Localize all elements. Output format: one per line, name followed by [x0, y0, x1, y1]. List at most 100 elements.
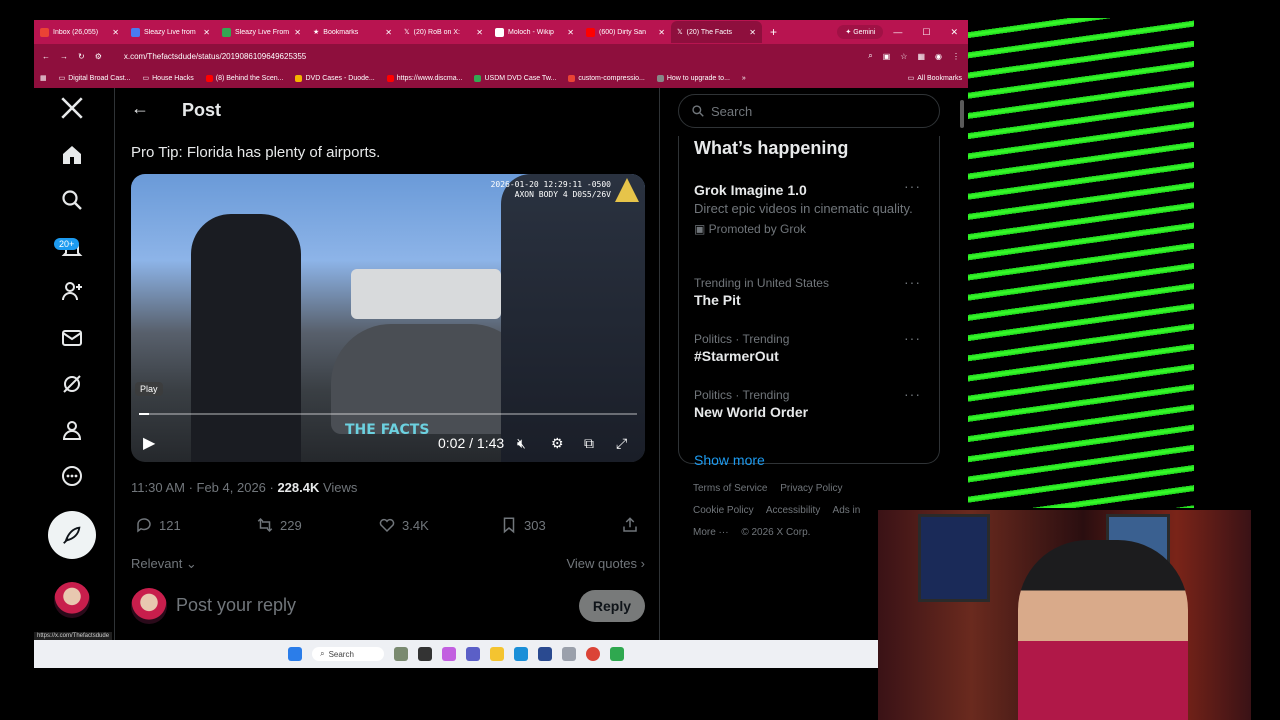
all-bookmarks[interactable]: ▭ All Bookmarks — [908, 74, 962, 83]
tab-rob[interactable]: 𝕏 (20) RoB on X: ✕ — [398, 21, 489, 43]
maximize-icon[interactable]: ☐ — [922, 27, 930, 38]
account-avatar[interactable] — [54, 582, 90, 618]
footer-link[interactable]: Ads in — [833, 505, 861, 516]
search-icon[interactable] — [56, 184, 88, 216]
trend-item[interactable]: Politics · Trending New World Order ··· — [694, 386, 929, 420]
share-action[interactable] — [621, 516, 639, 534]
view-quotes-link[interactable]: View quotes › — [566, 556, 645, 571]
minimize-icon[interactable]: — — [893, 27, 902, 38]
url-field[interactable]: x.com/Thefactsdude/status/20190861096496… — [112, 52, 858, 61]
more-options-icon[interactable]: ··· — [904, 178, 921, 194]
bookmark-action[interactable]: 303 — [500, 516, 546, 534]
extensions-icon[interactable]: ▦ — [917, 52, 925, 61]
more-bookmarks-icon[interactable]: » — [742, 75, 746, 82]
reply-button[interactable]: Reply — [578, 590, 645, 622]
video-progress-bar[interactable] — [139, 413, 637, 415]
close-window-icon[interactable]: ✕ — [950, 27, 958, 38]
bookmark-item[interactable]: USDM DVD Case Tw... — [474, 74, 556, 82]
footer-link[interactable]: Terms of Service — [693, 483, 767, 494]
site-info-icon[interactable]: ⚙ — [95, 52, 102, 61]
mail-icon[interactable] — [56, 322, 88, 354]
sort-dropdown[interactable]: Relevant ⌄ — [131, 556, 197, 572]
footer-link[interactable]: More ··· — [693, 527, 729, 538]
footer-link[interactable]: Cookie Policy — [693, 505, 754, 516]
bookmark-item[interactable]: How to upgrade to... — [656, 74, 730, 82]
zoom-icon[interactable]: ⌕ — [868, 51, 872, 61]
more-icon[interactable] — [56, 460, 88, 492]
close-icon[interactable]: ✕ — [112, 28, 119, 37]
tab-youtube[interactable]: (600) Dirty San ✕ — [580, 21, 671, 43]
bookmark-item[interactable]: https://www.discma... — [386, 74, 462, 82]
profile-icon[interactable]: ◉ — [935, 52, 942, 61]
footer-link[interactable]: Accessibility — [766, 505, 820, 516]
trend-item[interactable]: Trending in United States The Pit ··· — [694, 274, 929, 308]
search-input[interactable]: Search — [678, 94, 940, 128]
gemini-button[interactable]: ✦ Gemini — [837, 25, 884, 39]
new-tab-button[interactable]: + — [762, 25, 785, 39]
forward-arrow-icon[interactable]: → — [60, 52, 68, 61]
pip-icon[interactable]: ⧉ — [584, 435, 594, 452]
chrome-icon[interactable] — [585, 647, 600, 661]
close-icon[interactable]: ✕ — [658, 28, 665, 37]
repost-action[interactable]: 229 — [256, 516, 302, 534]
teams-icon[interactable] — [465, 647, 480, 661]
tab-the-facts[interactable]: 𝕏 (20) The Facts ✕ — [671, 21, 762, 43]
reply-input[interactable]: Post your reply — [176, 595, 296, 616]
reply-action[interactable]: 121 — [135, 516, 181, 534]
apps-grid-icon[interactable]: ▦ — [40, 74, 47, 82]
compose-post-button[interactable] — [48, 511, 96, 559]
reload-icon[interactable]: ↻ — [78, 52, 85, 61]
settings-icon[interactable]: ⚙ — [551, 435, 564, 452]
tab-bookmarks[interactable]: ★ Bookmarks ✕ — [307, 21, 398, 43]
more-options-icon[interactable]: ··· — [904, 386, 921, 402]
store-icon[interactable] — [537, 647, 552, 661]
tab-sleazy-1[interactable]: Sleazy Live from ✕ — [125, 21, 216, 43]
bookmark-item[interactable]: ▭ House Hacks — [143, 74, 194, 83]
follow-icon[interactable] — [56, 275, 88, 307]
home-icon[interactable] — [56, 139, 88, 171]
taskbar-search[interactable]: ⌕ Search — [312, 647, 384, 661]
close-icon[interactable]: ✕ — [203, 28, 210, 37]
tab-sleazy-2[interactable]: Sleazy Live From ✕ — [216, 21, 307, 43]
tab-inbox[interactable]: Inbox (26,055) ✕ — [34, 21, 125, 43]
bookmark-star-icon[interactable]: ☆ — [900, 52, 907, 61]
close-icon[interactable]: ✕ — [294, 28, 301, 37]
grok-icon[interactable] — [56, 368, 88, 400]
close-icon[interactable]: ✕ — [749, 28, 756, 37]
more-options-icon[interactable]: ··· — [904, 330, 921, 346]
cast-icon[interactable]: ▣ — [883, 52, 891, 61]
bookmark-item[interactable]: DVD Cases - Duode... — [295, 74, 375, 82]
close-icon[interactable]: ✕ — [385, 28, 392, 37]
edge-icon[interactable] — [513, 647, 528, 661]
profile-icon[interactable] — [56, 414, 88, 446]
video-player[interactable]: 2026-01-20 12:29:11 -0500 AXON BODY 4 D0… — [131, 174, 645, 462]
like-action[interactable]: 3.4K — [378, 516, 429, 534]
fullscreen-icon[interactable]: ⤢ — [616, 435, 627, 452]
bookmark-item[interactable]: (8) Behind the Scen... — [205, 74, 283, 82]
scrollbar[interactable] — [960, 100, 964, 128]
back-arrow-icon[interactable]: ← — [42, 52, 50, 61]
task-view-icon[interactable] — [417, 647, 432, 661]
play-icon[interactable]: ▶ — [143, 433, 155, 453]
x-logo-icon[interactable] — [56, 92, 88, 124]
bookmark-item[interactable]: custom-compressio... — [568, 74, 645, 82]
settings-icon[interactable] — [561, 647, 576, 661]
mute-icon[interactable]: 🔇︎ — [517, 435, 526, 452]
show-more-link[interactable]: Show more — [694, 452, 765, 468]
trend-item[interactable]: Grok Imagine 1.0 Direct epic videos in c… — [694, 178, 929, 236]
copilot-icon[interactable] — [441, 647, 456, 661]
widget-icon[interactable] — [393, 647, 408, 661]
close-icon[interactable]: ✕ — [567, 28, 574, 37]
back-arrow-icon[interactable]: ← — [131, 98, 149, 119]
bookmark-item[interactable]: ▭ Digital Broad Cast... — [59, 74, 131, 83]
file-explorer-icon[interactable] — [489, 647, 504, 661]
trend-item[interactable]: Politics · Trending #StarmerOut ··· — [694, 330, 929, 364]
app-icon[interactable] — [609, 647, 624, 661]
menu-icon[interactable]: ⋮ — [952, 52, 960, 61]
windows-start-icon[interactable] — [288, 647, 303, 661]
footer-link[interactable]: Privacy Policy — [780, 483, 842, 494]
more-options-icon[interactable]: ··· — [904, 274, 921, 290]
post-timestamp[interactable]: 11:30 AM · Feb 4, 2026 · — [131, 480, 277, 495]
close-icon[interactable]: ✕ — [476, 28, 483, 37]
tab-moloch[interactable]: Moloch - Wikip ✕ — [489, 21, 580, 43]
